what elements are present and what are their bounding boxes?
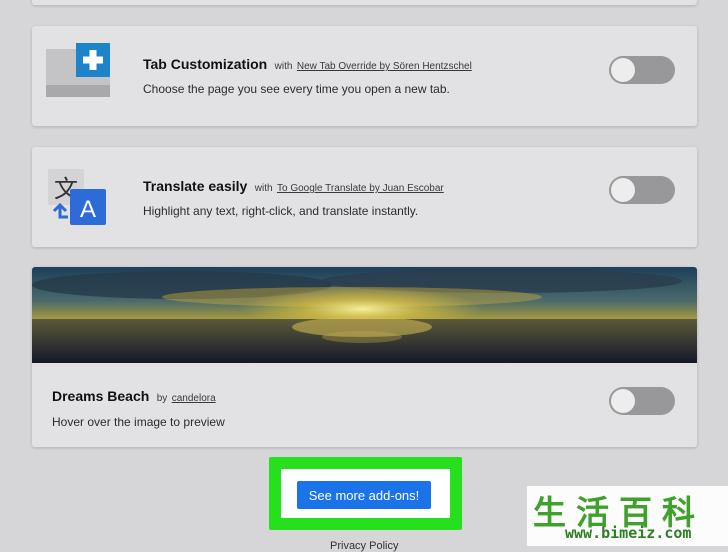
- theme-author-link[interactable]: candelora: [172, 393, 216, 404]
- svg-text:A: A: [80, 196, 96, 223]
- theme-preview-image[interactable]: [32, 267, 697, 363]
- addon-toggle-tab-customization[interactable]: [609, 56, 675, 84]
- theme-card-dreams-beach: Dreams Beach by candelora Hover over the…: [32, 267, 697, 447]
- translate-icon: 文 A: [46, 167, 110, 231]
- see-more-addons-button[interactable]: See more add-ons!: [297, 481, 431, 509]
- addon-card-translate: 文 A Translate easily with To Google Tran…: [32, 147, 697, 247]
- addon-title-line: Tab Customization with New Tab Override …: [143, 56, 472, 74]
- previous-addon-card: [32, 0, 697, 5]
- addon-card-tab-customization: Tab Customization with New Tab Override …: [32, 26, 697, 126]
- with-label: with: [274, 61, 293, 72]
- toggle-knob: [611, 389, 635, 413]
- addon-description: Choose the page you see every time you o…: [143, 82, 450, 96]
- addon-author-link[interactable]: New Tab Override by Sören Hentzschel: [297, 61, 472, 72]
- watermark-url: www.bimeiz.com: [565, 524, 692, 542]
- addon-toggle-translate[interactable]: [609, 176, 675, 204]
- highlight-inner: See more add-ons!: [281, 469, 450, 518]
- addon-title: Translate easily: [143, 178, 248, 194]
- theme-toggle-dreams-beach[interactable]: [609, 387, 675, 415]
- theme-title-line: Dreams Beach by candelora: [52, 388, 216, 406]
- with-label: with: [254, 183, 273, 194]
- addon-author-link[interactable]: To Google Translate by Juan Escobar: [277, 183, 444, 194]
- addon-title-line: Translate easily with To Google Translat…: [143, 178, 444, 196]
- addon-description: Highlight any text, right-click, and tra…: [143, 204, 419, 218]
- theme-title: Dreams Beach: [52, 388, 150, 404]
- highlight-box: See more add-ons!: [269, 457, 462, 530]
- toggle-knob: [611, 178, 635, 202]
- tab-plus-icon: [46, 43, 110, 107]
- by-label: by: [156, 393, 168, 404]
- addon-title: Tab Customization: [143, 56, 268, 72]
- theme-description: Hover over the image to preview: [52, 415, 225, 429]
- toggle-knob: [611, 58, 635, 82]
- privacy-policy-link[interactable]: Privacy Policy: [330, 540, 398, 552]
- watermark: 生活百科 www.bimeiz.com: [527, 486, 728, 546]
